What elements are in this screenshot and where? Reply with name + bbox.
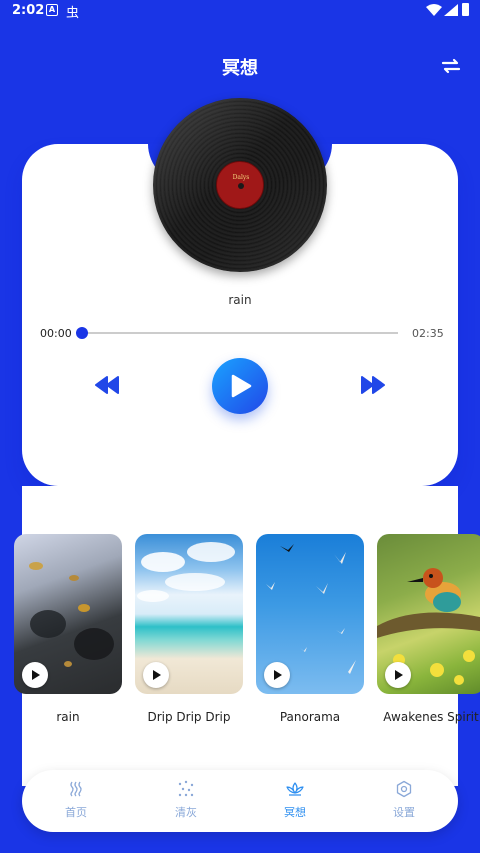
time-current: 00:00 — [40, 327, 72, 340]
vinyl-label: Dalys — [216, 161, 264, 209]
nav-label: 设置 — [393, 806, 415, 819]
nav-item-home[interactable]: 首页 — [36, 780, 116, 820]
scene-card-drip[interactable]: Drip Drip Drip — [135, 534, 243, 724]
bottom-nav: 首页 清灰 冥想 设置 — [22, 770, 458, 832]
nav-item-meditation[interactable]: 冥想 — [255, 780, 335, 820]
vinyl-label-text: Dalys — [232, 174, 250, 181]
bug-icon: 虫 — [66, 6, 80, 21]
loop-icon[interactable] — [440, 56, 462, 76]
scene-label: Drip Drip Drip — [147, 710, 231, 724]
scene-card-awakenes[interactable]: Awakenes Spirit — [377, 534, 480, 724]
scene-label: Panorama — [279, 710, 341, 724]
notification-a-icon: A — [46, 4, 58, 16]
play-icon — [274, 670, 282, 680]
play-button[interactable] — [212, 358, 268, 414]
scene-card-rain[interactable]: rain — [14, 534, 122, 724]
status-time: 2:02 — [12, 3, 45, 18]
play-icon — [153, 670, 161, 680]
scene-image-sky — [256, 534, 364, 694]
scene-image-rain — [14, 534, 122, 694]
nav-label: 清灰 — [175, 806, 197, 819]
battery-icon — [462, 3, 469, 16]
play-icon — [395, 670, 403, 680]
play-icon — [32, 670, 40, 680]
wifi-icon — [426, 4, 442, 16]
vinyl-hole — [238, 183, 244, 189]
nav-label: 冥想 — [284, 806, 306, 819]
scene-label: Awakenes Spirit — [383, 710, 479, 724]
nav-label: 首页 — [65, 806, 87, 819]
gear-icon — [396, 780, 412, 798]
status-bar: 2:02 A 虫 — [0, 0, 480, 24]
play-icon — [231, 374, 252, 398]
progress-bar[interactable] — [82, 332, 398, 334]
scene-play-button[interactable] — [22, 662, 48, 688]
scene-card-panorama[interactable]: Panorama — [256, 534, 364, 724]
nav-item-settings[interactable]: 设置 — [364, 780, 444, 820]
nav-item-clean[interactable]: 清灰 — [146, 780, 226, 820]
previous-icon[interactable] — [94, 375, 120, 395]
dots-icon — [178, 780, 194, 797]
scene-play-button[interactable] — [385, 662, 411, 688]
track-name: rain — [228, 293, 252, 307]
scene-play-button[interactable] — [143, 662, 169, 688]
progress-thumb[interactable] — [76, 327, 88, 339]
scene-label: rain — [56, 710, 80, 724]
scene-image-bird — [377, 534, 480, 694]
wave-lines-icon — [70, 781, 82, 797]
scene-play-button[interactable] — [264, 662, 290, 688]
vinyl-record: Dalys — [153, 98, 327, 272]
scene-image-beach — [135, 534, 243, 694]
lotus-icon — [286, 782, 304, 796]
time-total: 02:35 — [412, 327, 444, 340]
next-icon[interactable] — [360, 375, 386, 395]
signal-icon — [444, 4, 458, 16]
scene-list: rain Drip Drip Drip Panorama Awakenes Sp… — [0, 534, 480, 734]
page-title: 冥想 — [222, 58, 258, 79]
